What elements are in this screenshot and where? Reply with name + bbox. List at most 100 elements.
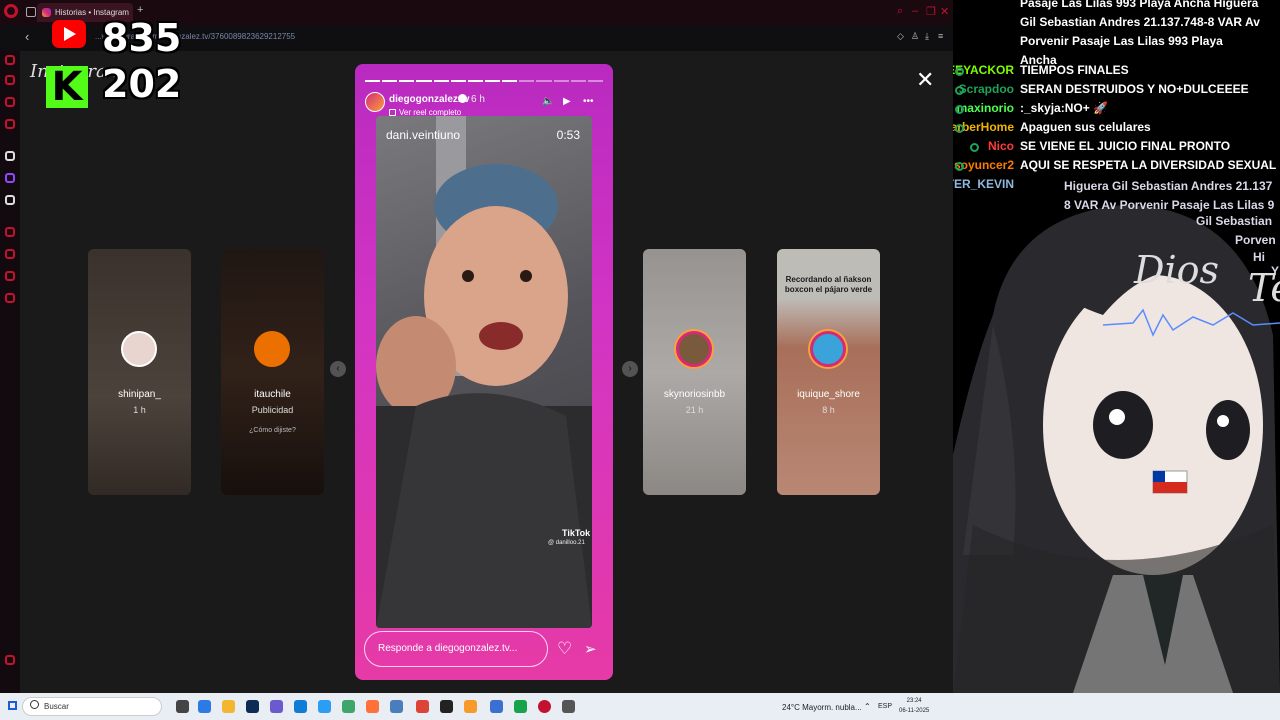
youtube-play-icon [64,27,76,41]
sidebar-icon[interactable] [5,75,15,85]
progress-segment [484,80,501,82]
search-tabs-icon[interactable]: ⌕ [897,5,903,18]
profile-icon[interactable]: ♙ [911,31,921,43]
previous-story-button[interactable]: ‹ [330,361,346,377]
chat-username[interactable]: Scrapdoo [959,82,1014,96]
volume-icon[interactable]: 🔈 [542,96,554,107]
edge-icon[interactable] [294,700,307,713]
sidebar-icon[interactable] [5,119,15,129]
sidebar-icon[interactable] [5,97,15,107]
chat-overflow-text: 8 VAR Av Porvenir Pasaje Las Lilas 9 [1064,198,1275,212]
story-caption: ¿Cómo dijiste? [249,427,296,434]
opera-logo-icon[interactable] [4,4,18,18]
sidebar-icon[interactable] [5,271,15,281]
youtube-viewer-count: 835 [102,16,182,60]
task-view-icon[interactable] [176,700,189,713]
video-duration: 0:53 [556,128,580,142]
sidebar-icon[interactable] [5,227,15,237]
search-icon [30,700,39,709]
tray-chevron-icon[interactable]: ⌃ [864,702,871,711]
app-icon[interactable] [270,700,283,713]
chat-badge-icon [955,105,964,114]
file-explorer-icon[interactable] [222,700,235,713]
twitch-icon[interactable] [5,173,15,183]
progress-segment [467,80,483,82]
story-preview[interactable]: Recordando al ñakson boxcon el pájaro ve… [777,249,880,495]
progress-segment [433,80,449,82]
active-story: diegogonzalez.tv 6 h Ver reel completo 🔈… [355,64,613,680]
chat-message-text: SE VIENE EL JUICIO FINAL PRONTO [1020,139,1231,153]
tiktok-username: @ danilloo.21 [548,540,585,546]
sidebar-icon[interactable] [5,55,15,65]
tiktok-watermark: TikTok [562,528,591,538]
story-video[interactable]: dani.veintiuno 0:53 TikTok @ danilloo.21 [376,116,592,628]
chat-message-text: Apaguen sus celulares [1020,120,1151,134]
itau-logo-avatar [254,331,290,367]
next-story-button[interactable]: › [622,361,638,377]
screen: Historias • Instagram + ⌕ – ❐ ✕ ‹ ...ww.… [0,0,1280,720]
menu-icon[interactable]: ≡ [938,31,948,43]
story-username: itauchile [254,389,291,400]
send-icon[interactable]: ➢ [584,640,597,658]
avatar[interactable] [365,92,385,112]
chat-badge-icon [955,86,964,95]
app-icon[interactable] [318,700,331,713]
chat-badge-icon [955,162,964,171]
story-label: Publicidad [251,405,294,415]
app-icon[interactable] [390,700,403,713]
more-options-icon[interactable]: ••• [583,96,594,107]
app-icon[interactable] [514,700,527,713]
search-input[interactable] [22,697,162,716]
back-button[interactable]: ‹ [25,29,29,44]
close-window-button[interactable]: ✕ [940,5,949,18]
chat-message-text: TIEMPOS FINALES [1020,63,1129,77]
story-preview[interactable]: itauchile Publicidad ¿Cómo dijiste? [221,249,324,495]
obs-icon[interactable] [440,700,453,713]
chat-username[interactable]: maxinorio [957,101,1014,115]
browser-sidebar [0,51,20,693]
app-icon[interactable] [490,700,503,713]
like-heart-icon[interactable]: ♡ [557,639,572,659]
story-progress-bar [365,80,603,82]
sidebar-icon[interactable] [5,655,15,665]
story-preview[interactable]: skynoriosinbb 21 h [643,249,746,495]
vtuber-avatar-art [953,205,1280,693]
avatar [121,331,157,367]
weather-widget[interactable]: 24°C Mayorm. nubla... [782,703,862,712]
app-icon[interactable] [342,700,355,713]
story-time: 6 h [471,94,485,105]
chat-username[interactable]: Nico [988,139,1014,153]
progress-segment [536,80,552,82]
x-icon[interactable] [5,195,15,205]
minimize-button[interactable]: – [912,5,918,17]
shield-icon[interactable]: ◇ [897,31,907,43]
language-indicator[interactable]: ESP [878,703,892,710]
sidebar-icon[interactable] [5,151,15,161]
copilot-icon[interactable] [198,700,211,713]
vtube-icon[interactable] [246,700,259,713]
story-time: 21 h [685,405,704,415]
sidebar-icon[interactable] [5,249,15,259]
app-icon[interactable] [562,700,575,713]
firefox-icon[interactable] [366,700,379,713]
story-username: skynoriosinbb [663,389,726,400]
windows-start-icon[interactable] [8,701,17,710]
opera-icon[interactable] [538,700,551,713]
progress-segment [450,80,466,82]
reply-input[interactable]: Responde a diegogonzalez.tv... [364,631,548,667]
app-icon[interactable] [464,700,477,713]
chrome-icon[interactable] [416,700,429,713]
new-tab-button[interactable]: + [137,4,143,16]
close-stories-button[interactable]: ✕ [916,67,934,93]
chat-message-text: SERAN DESTRUIDOS Y NO+DULCEEEE [1020,82,1249,96]
sidebar-icon[interactable] [5,293,15,303]
play-button[interactable]: ▶ [563,96,571,107]
maximize-button[interactable]: ❐ [926,5,936,18]
story-preview[interactable]: shinipan_ 1 h [88,249,191,495]
chat-username[interactable]: SKY_HUNTER_KEVIN [953,177,1014,191]
clock[interactable]: 23:24 06-11-2025 [899,696,929,716]
progress-segment [416,80,432,82]
instagram-tab-icon [42,8,51,17]
download-icon[interactable]: ⤓ [925,31,935,43]
tab-menu-icon[interactable] [26,7,36,17]
